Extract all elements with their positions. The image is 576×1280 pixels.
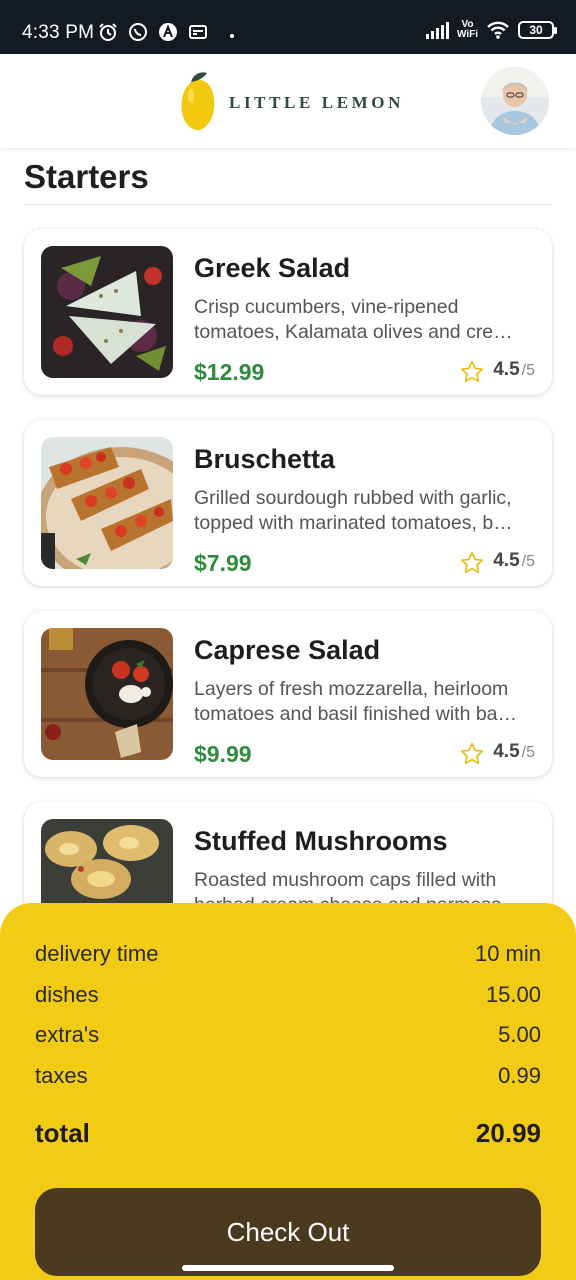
item-name: Caprese Salad bbox=[194, 635, 381, 665]
menu-item-card-greek-salad[interactable]: Greek Salad Crisp cucumbers, vine-ripene… bbox=[24, 229, 552, 395]
stuffed-mushrooms-image bbox=[41, 819, 173, 908]
item-description-line: Grilled sourdough rubbed with garlic, bbox=[194, 487, 512, 509]
section-title: Starters bbox=[24, 158, 149, 195]
alarm-icon bbox=[99, 23, 117, 41]
delivery-time-value: 10 min bbox=[474, 941, 541, 966]
rating-max: /5 bbox=[521, 553, 535, 570]
item-description: Layers of fresh mozzarella, heirloom tom… bbox=[194, 677, 534, 727]
item-description-line: topped with marinated tomatoes, b… bbox=[194, 512, 513, 534]
item-description-line: tomatoes, Kalamata olives and cre… bbox=[194, 321, 513, 343]
item-rating: 4.5 /5 bbox=[459, 359, 535, 385]
rating-value: 4.5 bbox=[493, 550, 520, 571]
extras-value: 5.00 bbox=[498, 1022, 541, 1047]
vowifi-icon: Vo WiFi bbox=[457, 20, 478, 40]
taxes-label: taxes bbox=[35, 1063, 88, 1088]
checkout-button[interactable]: Check Out bbox=[35, 1188, 541, 1276]
section-divider bbox=[24, 204, 552, 205]
dishes-value: 15.00 bbox=[485, 982, 541, 1007]
brand-name: LITTLE LEMON bbox=[229, 93, 404, 112]
card-icon bbox=[189, 25, 207, 39]
item-price: $12.99 bbox=[194, 359, 265, 385]
rating-value: 4.5 bbox=[493, 741, 520, 762]
summary-row-extras: extra's 5.00 bbox=[35, 1022, 541, 1048]
extras-label: extra's bbox=[35, 1022, 100, 1047]
item-price: $9.99 bbox=[194, 741, 252, 767]
status-notification-icons bbox=[98, 22, 234, 42]
home-indicator[interactable] bbox=[182, 1265, 394, 1271]
item-description-line: Layers of fresh mozzarella, heirloom bbox=[194, 678, 509, 700]
rating-value: 4.5 bbox=[493, 359, 520, 380]
item-description: Crisp cucumbers, vine-ripened tomatoes, … bbox=[194, 295, 534, 345]
item-description-line: tomatoes and basil finished with ba… bbox=[194, 703, 518, 725]
app-header: LITTLE LEMON bbox=[0, 54, 576, 148]
rating-max: /5 bbox=[521, 362, 535, 379]
item-name: Bruschetta bbox=[194, 444, 336, 474]
item-description: Grilled sourdough rubbed with garlic, to… bbox=[194, 486, 534, 536]
item-description: Roasted mushroom caps filled with herbed… bbox=[194, 868, 534, 908]
whatsapp-icon bbox=[129, 23, 147, 41]
caprese-salad-image bbox=[41, 628, 173, 760]
profile-photo-icon bbox=[481, 67, 549, 135]
status-system-icons: Vo WiFi 30 bbox=[425, 20, 557, 40]
dishes-label: dishes bbox=[35, 982, 99, 1007]
menu-item-card-stuffed-mushrooms[interactable]: Stuffed Mushrooms Roasted mushroom caps … bbox=[24, 802, 552, 908]
item-description-line: Roasted mushroom caps filled with bbox=[194, 869, 497, 891]
battery-icon: 30 bbox=[518, 21, 557, 39]
more-notifications-dot bbox=[230, 34, 234, 38]
menu-item-card-caprese-salad[interactable]: Caprese Salad Layers of fresh mozzarella… bbox=[24, 611, 552, 777]
item-price: $7.99 bbox=[194, 550, 252, 576]
menu-list[interactable]: Starters Greek Salad Crisp cucumbers, vi… bbox=[0, 148, 576, 908]
signal-icon bbox=[425, 21, 449, 39]
bruschetta-image bbox=[41, 437, 173, 569]
item-name: Greek Salad bbox=[194, 253, 351, 283]
summary-row-delivery: delivery time 10 min bbox=[35, 941, 541, 967]
delivery-time-label: delivery time bbox=[35, 941, 159, 966]
star-icon bbox=[461, 551, 484, 574]
status-time: 4:33 PM bbox=[22, 22, 95, 43]
item-rating: 4.5 /5 bbox=[459, 741, 535, 767]
status-bar: 4:33 PM Vo WiFi 30 bbox=[0, 0, 576, 54]
item-name: Stuffed Mushrooms bbox=[194, 826, 448, 856]
item-rating: 4.5 /5 bbox=[459, 550, 535, 576]
star-icon bbox=[461, 742, 484, 765]
order-summary-sheet: delivery time 10 min dishes 15.00 extra'… bbox=[0, 903, 576, 1280]
menu-item-card-bruschetta[interactable]: Bruschetta Grilled sourdough rubbed with… bbox=[24, 420, 552, 586]
summary-row-taxes: taxes 0.99 bbox=[35, 1063, 541, 1089]
vowifi-bottom-text: WiFi bbox=[456, 29, 478, 40]
star-icon bbox=[461, 360, 484, 383]
summary-row-total: total 20.99 bbox=[35, 1118, 541, 1149]
summary-row-dishes: dishes 15.00 bbox=[35, 982, 541, 1008]
profile-avatar[interactable] bbox=[481, 67, 549, 135]
total-label: total bbox=[35, 1118, 90, 1148]
rating-max: /5 bbox=[521, 744, 535, 761]
item-description-line: Crisp cucumbers, vine-ripened bbox=[194, 296, 459, 318]
taxes-value: 0.99 bbox=[498, 1063, 541, 1088]
lemon-logo-icon bbox=[181, 72, 215, 131]
total-value: 20.99 bbox=[475, 1118, 541, 1148]
app-a-icon bbox=[159, 23, 177, 41]
greek-salad-image bbox=[41, 246, 173, 378]
wifi-icon bbox=[487, 21, 509, 39]
